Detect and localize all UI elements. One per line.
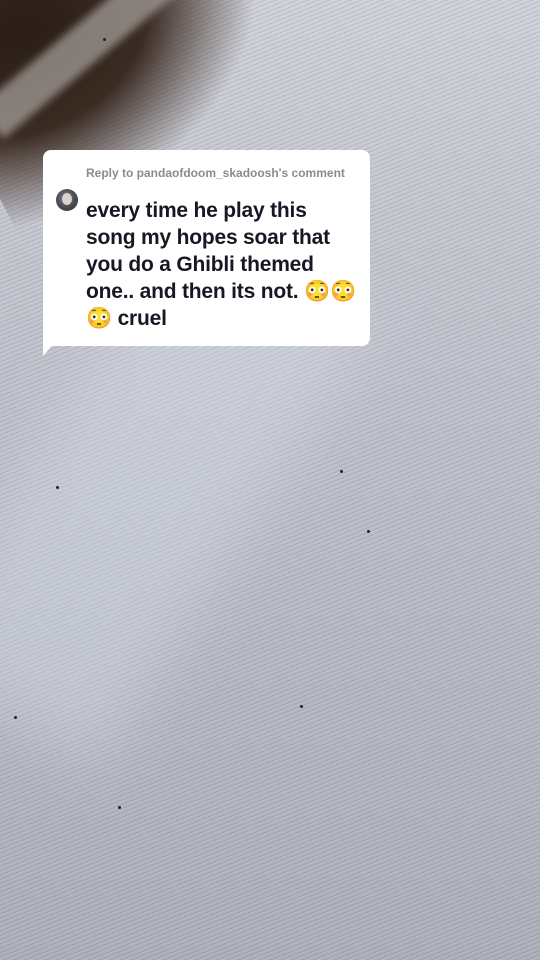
canvas-speck [118,806,121,809]
canvas-speck [14,716,17,719]
reply-to-label: Reply to pandaofdoom_skadoosh's comment [86,166,345,180]
canvas-speck [56,486,59,489]
canvas-speck [340,470,343,473]
canvas-speck [103,38,106,41]
canvas-speck [300,705,303,708]
comment-text: every time he play this song my hopes so… [86,199,356,330]
reply-bubble-tail [43,340,57,356]
user-avatar [56,189,78,211]
canvas-speck [367,530,370,533]
video-background: Reply to pandaofdoom_skadoosh's comment … [0,0,540,960]
